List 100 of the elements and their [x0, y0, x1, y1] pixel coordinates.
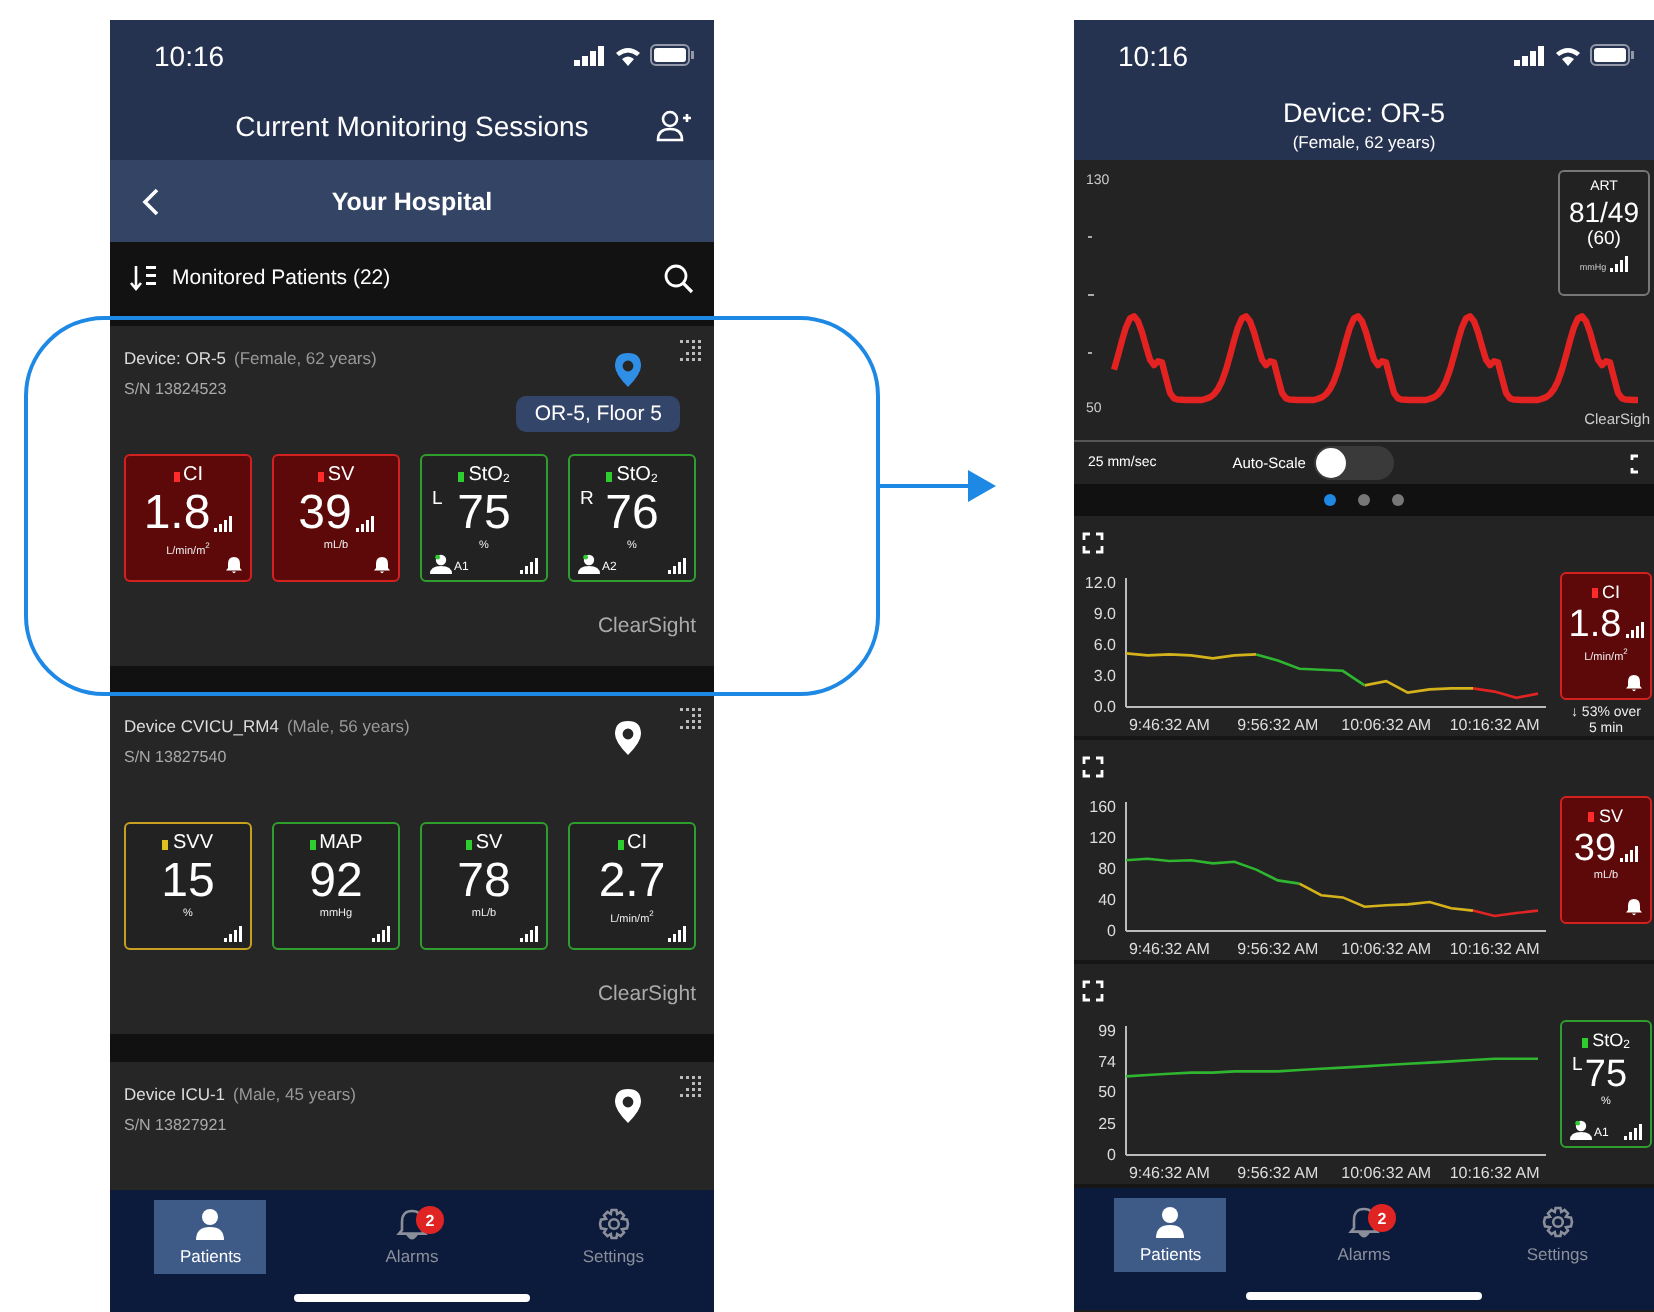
- bell-icon: [1348, 1206, 1380, 1238]
- signal-strength-icon: [1624, 1124, 1642, 1140]
- metric-label: MAP: [319, 834, 363, 854]
- person-icon: [578, 554, 600, 574]
- y-tick-label: 74: [1098, 1053, 1116, 1072]
- signal-strength-icon: [520, 558, 538, 574]
- x-tick-label: 9:46:32 AM: [1128, 716, 1210, 734]
- signal-strength-icon: [1625, 622, 1644, 638]
- metric-label: CI: [1602, 584, 1620, 602]
- reading-mean: (60): [1587, 228, 1621, 250]
- metric-value: 2.7: [598, 858, 666, 906]
- metric-label: SV: [327, 466, 355, 486]
- metric-value: 75: [457, 490, 511, 538]
- corner-dots-icon: [680, 340, 704, 364]
- location-tooltip: OR-5, Floor 5: [516, 396, 680, 432]
- x-tick-label: 10:16:32 AM: [1449, 940, 1540, 958]
- x-tick-label: 9:56:32 AM: [1237, 716, 1319, 734]
- metric-label: CI: [627, 834, 647, 854]
- device-name: Device ICU-1: [124, 1084, 226, 1104]
- back-chevron-icon[interactable]: [141, 187, 159, 215]
- settings-icon: [1541, 1206, 1574, 1238]
- status-marker: [1588, 812, 1595, 822]
- x-tick-label: 9:56:32 AM: [1237, 940, 1319, 958]
- metric-label: SVV: [172, 834, 213, 854]
- nav-tab[interactable]: Patients: [154, 1200, 267, 1274]
- search-icon[interactable]: [664, 263, 694, 293]
- source-label: ClearSight: [595, 612, 698, 638]
- x-tick-label: 9:56:32 AM: [1237, 1164, 1319, 1182]
- corner-dots-icon: [680, 1076, 704, 1100]
- y-tick-label: 120: [1089, 829, 1116, 847]
- person-icon: [430, 554, 452, 574]
- y-tick-label: 12.0: [1084, 574, 1116, 592]
- metric-value: 39: [298, 490, 352, 538]
- metric-value: 1.8: [1568, 606, 1622, 644]
- status-marker: [606, 471, 613, 481]
- cellular-signal-icon: [1514, 45, 1546, 65]
- expand-icon[interactable]: [1082, 756, 1104, 778]
- expand-icon[interactable]: [1082, 980, 1104, 1002]
- side-label: L: [1572, 1054, 1583, 1076]
- serial-number: S/N 13827921: [124, 1116, 229, 1134]
- page-indicator-dot[interactable]: [1392, 494, 1404, 506]
- y-tick-label: 50: [1098, 1083, 1116, 1102]
- signal-strength-icon: [214, 516, 233, 532]
- signal-strength-icon: [668, 926, 686, 942]
- person-icon: [194, 1208, 227, 1240]
- device-name: Device CVICU_RM4: [124, 716, 279, 736]
- settings-icon: [597, 1208, 630, 1240]
- patient-details: (Female, 62 years): [234, 348, 377, 368]
- list-title: Monitored Patients (22): [172, 266, 391, 290]
- status-marker: [465, 839, 472, 849]
- metric-label: CI: [183, 466, 203, 486]
- battery-icon: [1590, 44, 1634, 66]
- x-tick-label: 10:16:32 AM: [1449, 716, 1540, 734]
- device-title: Device: OR-5: [1282, 98, 1446, 128]
- connector-arrow: [880, 470, 996, 502]
- y-tick-label: 3.0: [1093, 667, 1116, 685]
- nav-tab[interactable]: Settings: [557, 1200, 670, 1274]
- status-marker: [162, 839, 169, 849]
- status-marker: [309, 839, 316, 849]
- signal-strength-icon: [520, 926, 538, 942]
- nav-tab[interactable]: Settings: [1501, 1198, 1614, 1272]
- screen-title: Current Monitoring Sessions: [233, 109, 591, 141]
- x-tick-label: 10:06:32 AM: [1341, 940, 1432, 958]
- location-pin-icon[interactable]: [614, 720, 642, 756]
- add-person-icon[interactable]: [656, 109, 692, 141]
- metric-value: 78: [457, 858, 511, 906]
- auto-scale-toggle[interactable]: [1313, 446, 1394, 480]
- page-indicator-dot[interactable]: [1358, 494, 1370, 506]
- nav-tab[interactable]: Patients: [1114, 1198, 1227, 1272]
- device-name: Device: OR-5: [124, 348, 227, 368]
- y-tick-label: 6.0: [1093, 636, 1116, 654]
- metric-label: SV: [475, 834, 503, 854]
- status-marker: [1582, 1037, 1589, 1047]
- sort-icon[interactable]: [130, 264, 158, 292]
- person-icon: [1570, 1120, 1592, 1140]
- y-tick-label: 0: [1107, 922, 1116, 940]
- expand-icon[interactable]: [1082, 532, 1104, 554]
- x-tick-label: 10:06:32 AM: [1341, 716, 1432, 734]
- metric-label: StO$_{2}$: [1592, 1032, 1630, 1052]
- signal-strength-icon: [224, 926, 242, 942]
- x-tick-label: 10:06:32 AM: [1341, 1164, 1432, 1182]
- notification-badge: 2: [416, 1206, 444, 1234]
- patient-details: (Male, 56 years): [286, 716, 410, 736]
- y-tick-label: 80: [1098, 860, 1116, 878]
- metric-label: StO$_{2}$: [468, 466, 510, 486]
- side-label: R: [580, 488, 594, 510]
- signal-strength-icon: [668, 558, 686, 574]
- side-label: L: [432, 488, 443, 510]
- bell-icon: [396, 1208, 428, 1240]
- metric-label: SV: [1598, 808, 1623, 826]
- page-indicator-dot[interactable]: [1324, 494, 1336, 506]
- location-pin-icon[interactable]: [614, 1088, 642, 1124]
- y-tick-label: 160: [1089, 798, 1116, 816]
- status-marker: [458, 471, 465, 481]
- notification-badge: 2: [1368, 1204, 1396, 1232]
- battery-icon: [650, 44, 694, 66]
- metric-value: 1.8: [143, 490, 211, 538]
- status-marker: [617, 839, 623, 849]
- session-card[interactable]: Device ICU-1 (Male, 45 years) S/N 13827921: [110, 1062, 714, 1190]
- person-icon: [1154, 1206, 1187, 1238]
